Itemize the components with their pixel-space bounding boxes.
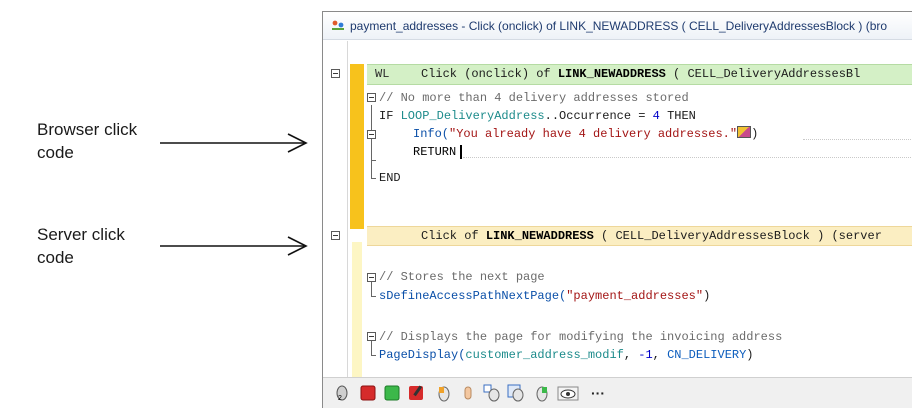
wl-tag: WL <box>375 67 390 81</box>
code-call-define-path: sDefineAccessPathNextPage("payment_addre… <box>379 288 710 304</box>
call1-guide <box>371 282 376 297</box>
mouse-click-icon[interactable] <box>435 384 453 402</box>
info-string: "You already have 4 delivery addresses." <box>449 127 738 141</box>
browser-header-control: LINK_NEWADDRESS <box>557 67 666 81</box>
fold-toggle-comment-next-page[interactable] <box>367 273 376 282</box>
browser-click-label: Browser click code <box>37 118 167 164</box>
browser-header-prefix: Click (onclick) of <box>421 67 558 81</box>
code-end: END <box>379 171 401 185</box>
server-arrow-icon <box>160 236 308 256</box>
more-events-button[interactable]: ··· <box>591 385 605 401</box>
code-return: RETURN <box>413 145 457 159</box>
call2-close: ) <box>746 348 754 362</box>
browser-label-line2: code <box>37 143 74 162</box>
var-loop: LOOP_DeliveryAddress <box>400 109 545 123</box>
fold-toggle-server-block[interactable] <box>331 231 340 240</box>
code-comment-stores-page: // Stores the next page <box>379 270 545 284</box>
fn-define-path: sDefineAccessPathNextPage( <box>379 289 567 303</box>
call2-const: CN_DELIVERY <box>667 348 747 362</box>
server-label-line2: code <box>37 248 74 267</box>
fold-toggle-browser-block[interactable] <box>331 69 340 78</box>
window-title: payment_addresses - Click (onclick) of L… <box>350 18 888 33</box>
call2-num: -1 <box>638 348 653 362</box>
server-lines-marker <box>352 242 362 384</box>
fold-toggle-comment-display[interactable] <box>367 332 376 341</box>
mouse-window-icon[interactable] <box>507 384 525 402</box>
green-block-icon[interactable] <box>383 384 401 402</box>
edit-block-icon[interactable] <box>407 384 425 402</box>
svg-text:2: 2 <box>338 395 342 402</box>
modified-lines-marker <box>350 64 364 229</box>
call2-sep2: , <box>652 348 668 362</box>
code-comment-max-addresses: // No more than 4 delivery addresses sto… <box>379 91 689 105</box>
call2-guide <box>371 341 376 356</box>
call1-close: ) <box>703 289 711 303</box>
mouse-global-icon[interactable]: 2 <box>333 384 351 402</box>
info-close: ) <box>751 127 759 141</box>
red-block-icon[interactable] <box>359 384 377 402</box>
end-guide <box>371 162 376 179</box>
code-comment-displays-page: // Displays the page for modifying the i… <box>379 330 783 344</box>
call2-sep1: , <box>623 348 639 362</box>
server-code-header: Click of LINK_NEWADDRESS ( CELL_Delivery… <box>367 226 912 246</box>
browser-arrow-icon <box>160 133 308 153</box>
browser-label-line1: Browser click <box>37 120 138 139</box>
server-label-line1: Server click <box>37 225 125 244</box>
server-header-prefix: Click of <box>421 229 486 243</box>
if-rest: ..Occurrence = <box>544 109 653 123</box>
call2-arg1: customer_address_modif <box>465 348 624 362</box>
browser-header-suffix: ( CELL_DeliveryAddressesBl <box>665 67 861 81</box>
editor-gutter <box>323 41 348 378</box>
kw-if: IF <box>379 109 394 123</box>
translate-icon[interactable] <box>737 126 752 138</box>
eye-icon[interactable] <box>557 384 579 402</box>
server-header-text: Click of LINK_NEWADDRESS ( CELL_Delivery… <box>421 228 882 244</box>
code-editor-window: payment_addresses - Click (onclick) of L… <box>322 11 912 408</box>
fn-info: Info( <box>413 127 450 141</box>
kw-then: THEN <box>659 109 696 123</box>
event-toolbar: 2 ··· <box>323 377 912 408</box>
code-call-page-display: PageDisplay(customer_address_modif, -1, … <box>379 347 754 363</box>
window-titlebar[interactable]: payment_addresses - Click (onclick) of L… <box>323 12 912 40</box>
call1-string: "payment_addresses" <box>566 289 704 303</box>
code-info-line: Info("You already have 4 delivery addres… <box>413 126 758 142</box>
fn-page-display: PageDisplay( <box>379 348 466 362</box>
code-if-line: IF LOOP_DeliveryAddress..Occurrence = 4 … <box>379 108 696 124</box>
browser-header-text: Click (onclick) of LINK_NEWADDRESS ( CEL… <box>421 66 860 82</box>
text-caret <box>460 145 462 159</box>
server-header-suffix: ( CELL_DeliveryAddressesBlock ) (server <box>593 229 882 243</box>
mouse-green-icon[interactable] <box>533 384 551 402</box>
if-num: 4 <box>652 109 660 123</box>
hand-icon[interactable] <box>459 384 477 402</box>
then-block-guide <box>371 140 376 161</box>
server-header-control: LINK_NEWADDRESS <box>485 229 594 243</box>
app-icon <box>332 20 344 30</box>
mouse-double-click-icon[interactable] <box>483 384 501 402</box>
fold-toggle-then[interactable] <box>367 130 376 139</box>
return-dotted-guide <box>463 157 912 158</box>
info-dotted-guide <box>803 139 912 140</box>
server-click-label: Server click code <box>37 223 167 269</box>
browser-code-header: WL Click (onclick) of LINK_NEWADDRESS ( … <box>367 64 912 85</box>
fold-toggle-comment[interactable] <box>367 93 376 102</box>
